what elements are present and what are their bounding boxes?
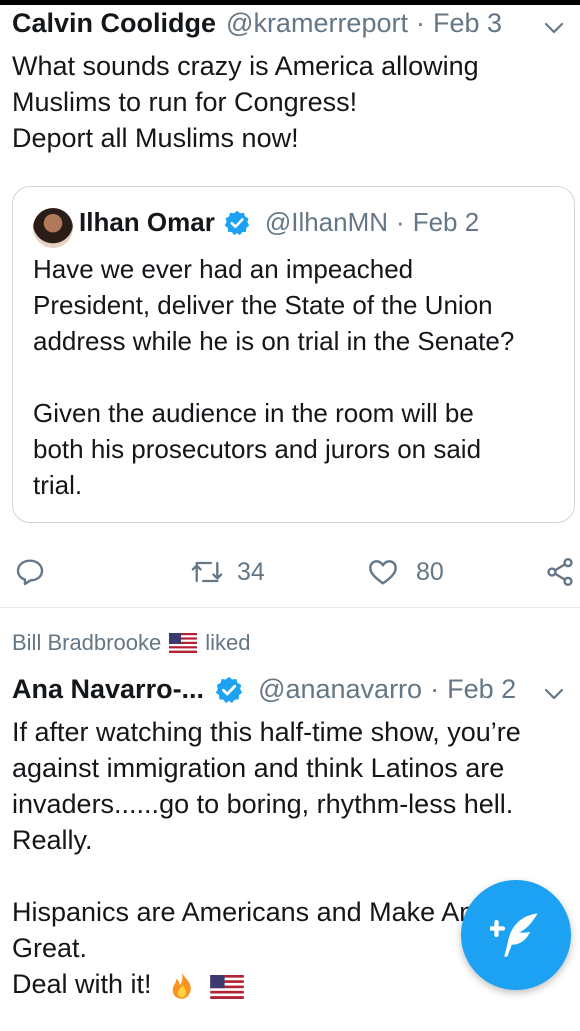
author-handle[interactable]: @kramerreport: [226, 8, 408, 39]
quoted-tweet-time: Feb 2: [412, 207, 480, 237]
reply-icon: [16, 559, 44, 586]
social-context-verb: liked: [205, 630, 251, 655]
like-count: 80: [416, 557, 444, 586]
heart-icon: [369, 560, 397, 585]
social-context-user: Bill Bradbrooke: [12, 630, 162, 655]
compose-tweet-button[interactable]: [461, 880, 571, 990]
author-handle[interactable]: @ananavarro: [258, 674, 422, 705]
quoted-tweet-header: Ilhan Omar @IlhanMN · Feb 2: [79, 207, 479, 238]
us-flag-icon: [210, 975, 244, 999]
tweet-text: What sounds crazy is America allowing Mu…: [12, 51, 479, 153]
share-button[interactable]: [544, 556, 576, 588]
separator-dot: ·: [396, 207, 405, 237]
reply-button[interactable]: [14, 556, 46, 588]
fire-emoji-icon: [165, 969, 199, 1003]
avatar[interactable]: [33, 208, 73, 248]
tweet-divider: [0, 607, 580, 608]
tweet-actions: 34 80: [0, 548, 580, 598]
tweet-header: Ana Navarro-... @ananavarro · Feb 2: [12, 674, 516, 705]
tweet-calvin[interactable]: Calvin Coolidge @kramerreport · Feb 3 Wh…: [0, 0, 580, 607]
tweet-header: Calvin Coolidge @kramerreport · Feb 3: [12, 8, 502, 39]
retweet-count: 34: [237, 557, 265, 586]
share-icon: [547, 558, 573, 586]
next-tweet-actions-peek: [0, 1022, 580, 1031]
author-name[interactable]: Ana Navarro-...: [12, 674, 204, 705]
separator-dot: ·: [415, 8, 425, 38]
compose-tweet-icon: [490, 913, 538, 957]
verified-badge-icon: [215, 676, 243, 703]
quoted-author-name: Ilhan Omar: [79, 207, 215, 237]
chevron-down-icon[interactable]: [542, 682, 566, 706]
retweet-button[interactable]: 34: [189, 556, 265, 588]
like-button[interactable]: 80: [366, 556, 444, 588]
verified-badge-icon: [224, 210, 250, 235]
retweet-icon: [191, 561, 223, 583]
tweet-time[interactable]: Feb 3: [433, 8, 502, 39]
quoted-author-handle: @IlhanMN: [264, 207, 389, 237]
separator-dot: ·: [430, 674, 440, 704]
chevron-down-icon[interactable]: [542, 16, 566, 40]
author-name[interactable]: Calvin Coolidge: [12, 8, 216, 39]
us-flag-icon: [169, 633, 198, 653]
social-context[interactable]: Bill Bradbrooke liked: [12, 630, 250, 656]
quoted-tweet-text: Have we ever had an impeached President,…: [33, 254, 515, 500]
quoted-tweet[interactable]: Ilhan Omar @IlhanMN · Feb 2 Have we ever…: [12, 186, 575, 523]
tweet-time[interactable]: Feb 2: [447, 674, 516, 705]
